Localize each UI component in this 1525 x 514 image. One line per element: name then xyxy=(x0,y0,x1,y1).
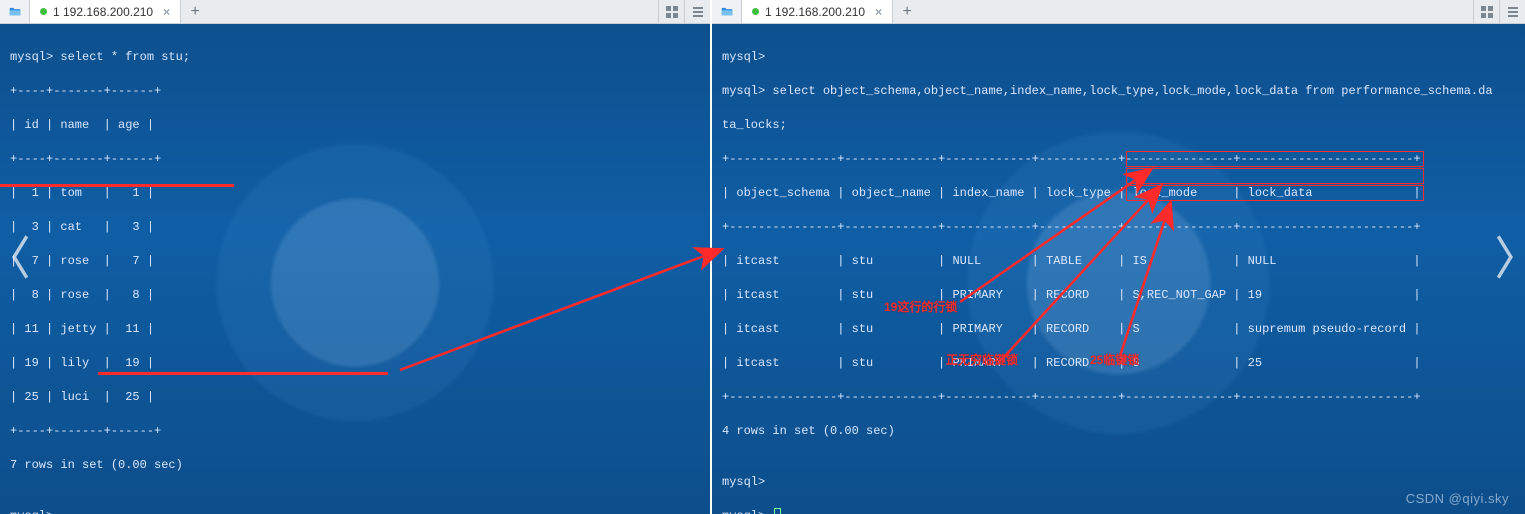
tile-view-button[interactable] xyxy=(1473,0,1499,23)
list-view-button[interactable] xyxy=(1499,0,1525,23)
term-line: +----+-------+------+ xyxy=(10,151,700,168)
right-terminal[interactable]: mysql> mysql> select object_schema,objec… xyxy=(712,24,1525,514)
sessions-button[interactable] xyxy=(0,0,30,23)
term-line: | 19 | lily | 19 | xyxy=(10,355,700,372)
term-line: mysql> xyxy=(722,508,1515,514)
tab-title: 1 192.168.200.210 xyxy=(53,5,153,19)
left-tabbar: 1 192.168.200.210 × + xyxy=(0,0,710,24)
right-tab[interactable]: 1 192.168.200.210 × xyxy=(742,0,893,23)
term-line: mysql> xyxy=(722,474,1515,491)
highlight-box xyxy=(1126,151,1424,167)
prev-image-button[interactable] xyxy=(4,227,38,287)
term-line: | 8 | rose | 8 | xyxy=(10,287,700,304)
term-line: mysql> select object_schema,object_name,… xyxy=(722,83,1515,100)
term-line: +----+-------+------+ xyxy=(10,83,700,100)
right-terminal-pane: 1 192.168.200.210 × + mysql> mysql> sele… xyxy=(712,0,1525,514)
term-line: | id | name | age | xyxy=(10,117,700,134)
left-terminal[interactable]: mysql> select * from stu; +----+-------+… xyxy=(0,24,710,514)
highlight-underline xyxy=(0,184,234,187)
tab-title: 1 192.168.200.210 xyxy=(765,5,865,19)
term-line: ta_locks; xyxy=(722,117,1515,134)
close-icon[interactable]: × xyxy=(159,5,170,19)
sessions-button[interactable] xyxy=(712,0,742,23)
term-line: mysql> xyxy=(722,49,1515,66)
term-line: +----+-------+------+ xyxy=(10,423,700,440)
left-tab[interactable]: 1 192.168.200.210 × xyxy=(30,0,181,23)
annotation-label: 25临键锁 xyxy=(1090,352,1139,369)
term-line: | itcast | stu | PRIMARY | RECORD | S,RE… xyxy=(722,287,1515,304)
watermark: CSDN @qiyi.sky xyxy=(1406,491,1509,506)
term-line: 7 rows in set (0.00 sec) xyxy=(10,457,700,474)
highlight-box xyxy=(1126,185,1424,201)
term-line: mysql> select * from stu; xyxy=(10,49,700,66)
term-line: +---------------+-------------+---------… xyxy=(722,389,1515,406)
list-view-button[interactable] xyxy=(684,0,710,23)
new-tab-button[interactable]: + xyxy=(181,0,209,23)
tile-view-button[interactable] xyxy=(658,0,684,23)
next-image-button[interactable] xyxy=(1487,227,1521,287)
term-line: | itcast | stu | NULL | TABLE | IS | NUL… xyxy=(722,253,1515,270)
left-terminal-pane: 1 192.168.200.210 × + mysql> select * fr… xyxy=(0,0,712,514)
highlight-box xyxy=(1126,168,1424,184)
annotation-label: 19这行的行锁 xyxy=(884,299,957,316)
term-line: | 7 | rose | 7 | xyxy=(10,253,700,270)
term-line: | 1 | tom | 1 | xyxy=(10,185,700,202)
term-line: 4 rows in set (0.00 sec) xyxy=(722,423,1515,440)
annotation-label: 正无穷临键锁 xyxy=(946,352,1018,369)
status-dot-icon xyxy=(752,8,759,15)
cursor-icon xyxy=(774,508,781,514)
new-tab-button[interactable]: + xyxy=(893,0,921,23)
close-icon[interactable]: × xyxy=(871,5,882,19)
right-tabbar: 1 192.168.200.210 × + xyxy=(712,0,1525,24)
highlight-underline xyxy=(98,372,388,375)
term-line: +---------------+-------------+---------… xyxy=(722,219,1515,236)
status-dot-icon xyxy=(40,8,47,15)
term-line: | itcast | stu | PRIMARY | RECORD | S | … xyxy=(722,321,1515,338)
term-line: mysql> xyxy=(10,508,700,514)
term-line: | 11 | jetty | 11 | xyxy=(10,321,700,338)
term-line: | 3 | cat | 3 | xyxy=(10,219,700,236)
term-line: | 25 | luci | 25 | xyxy=(10,389,700,406)
